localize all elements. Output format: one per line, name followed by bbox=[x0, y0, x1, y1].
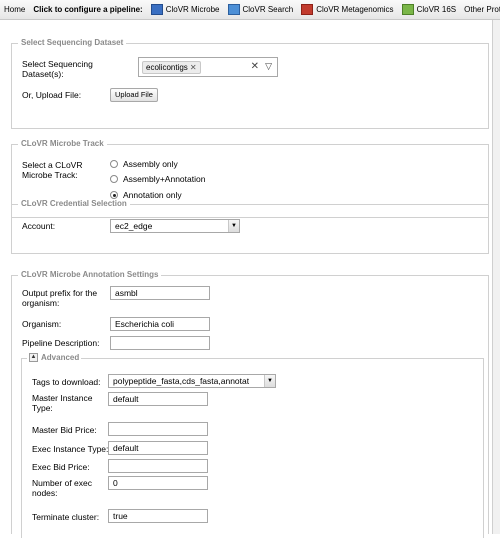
organism-input[interactable]: Escherichia coli bbox=[110, 317, 210, 331]
remove-chip-icon[interactable]: ✕ bbox=[190, 63, 197, 72]
dataset-multiselect[interactable]: ecolicontigs ✕ ✕ ▽ bbox=[138, 57, 278, 77]
clovr-microbe-label: CloVR Microbe bbox=[165, 5, 220, 14]
pipeline-description-input[interactable] bbox=[110, 336, 210, 350]
clovr-search-label: CloVR Search bbox=[242, 5, 294, 14]
master-instance-type-label: Master Instance Type: bbox=[32, 393, 93, 413]
advanced-legend: Advanced bbox=[41, 353, 80, 362]
pipeline-prompt: Click to configure a pipeline: bbox=[33, 5, 143, 14]
tags-download-select[interactable]: polypeptide_fasta,cds_fasta,annotat ▼ bbox=[108, 374, 276, 388]
master-bid-price-input[interactable] bbox=[108, 422, 208, 436]
credential-legend: CLoVR Credential Selection bbox=[18, 199, 130, 208]
exec-nodes-input[interactable]: 0 bbox=[108, 476, 208, 490]
master-instance-type-input[interactable]: default bbox=[108, 392, 208, 406]
select-dataset-label: Select Sequencing Dataset(s): bbox=[22, 59, 93, 79]
other-protocols-label: Other Protocols bbox=[464, 5, 500, 14]
radio-assembly-annotation[interactable] bbox=[110, 175, 118, 183]
radio-assembly-only[interactable] bbox=[110, 160, 118, 168]
account-label: Account: bbox=[22, 221, 56, 231]
annotation-legend: CLoVR Microbe Annotation Settings bbox=[18, 270, 162, 279]
exec-instance-type-label: Exec Instance Type: bbox=[32, 444, 109, 454]
vertical-scrollbar[interactable] bbox=[493, 20, 500, 534]
organism-label: Organism: bbox=[22, 319, 62, 329]
metagenomics-icon bbox=[301, 4, 314, 15]
radio-annotation-only[interactable] bbox=[110, 191, 118, 199]
terminate-cluster-label: Terminate cluster: bbox=[32, 512, 100, 522]
search-icon bbox=[227, 4, 240, 15]
exec-instance-type-input[interactable]: default bbox=[108, 441, 208, 455]
clovr-microbe-button[interactable]: CloVR Microbe bbox=[147, 0, 224, 19]
microbe-icon bbox=[150, 4, 163, 15]
clovr-16s-label: CloVR 16S bbox=[416, 5, 457, 14]
credential-panel: CLoVR Credential Selection Account: ec2_… bbox=[11, 199, 489, 254]
chevron-down-icon: ▼ bbox=[264, 375, 275, 387]
output-prefix-label: Output prefix for the organism: bbox=[22, 288, 98, 308]
exec-bid-price-label: Exec Bid Price: bbox=[32, 462, 90, 472]
account-select[interactable]: ec2_edge ▼ bbox=[110, 219, 240, 233]
chevron-down-icon: ▼ bbox=[228, 220, 239, 232]
clovr-metagenomics-button[interactable]: CloVR Metagenomics bbox=[297, 0, 397, 19]
track-select-label: Select a CLoVR Microbe Track: bbox=[22, 160, 83, 180]
option-assembly-annotation-label: Assembly+Annotation bbox=[123, 174, 206, 184]
dataset-chip[interactable]: ecolicontigs ✕ bbox=[142, 61, 201, 74]
chevron-down-icon[interactable]: ▽ bbox=[265, 61, 272, 72]
terminate-cluster-input[interactable]: true bbox=[108, 509, 208, 523]
advanced-toggle[interactable]: ▲ Advanced bbox=[27, 353, 82, 362]
other-protocols-menu[interactable]: Other Protocols ▼ bbox=[460, 0, 500, 19]
clovr-search-button[interactable]: CloVR Search bbox=[224, 0, 298, 19]
home-link[interactable]: Home bbox=[0, 0, 29, 19]
tags-download-value: polypeptide_fasta,cds_fasta,annotat bbox=[113, 376, 250, 386]
output-prefix-input[interactable]: asmbl bbox=[110, 286, 210, 300]
annotation-settings-panel: CLoVR Microbe Annotation Settings Output… bbox=[11, 270, 489, 538]
exec-bid-price-input[interactable] bbox=[108, 459, 208, 473]
option-assembly-only-label: Assembly only bbox=[123, 159, 178, 169]
upload-file-label: Or, Upload File: bbox=[22, 90, 82, 100]
upload-file-button[interactable]: Upload File bbox=[110, 88, 158, 102]
main-content: Select Sequencing Dataset Select Sequenc… bbox=[0, 20, 500, 538]
clovr-16s-button[interactable]: CloVR 16S bbox=[398, 0, 461, 19]
clear-selection-icon[interactable]: ✕ bbox=[251, 61, 259, 72]
option-annotation-only-label: Annotation only bbox=[123, 190, 182, 200]
pipeline-description-label: Pipeline Description: bbox=[22, 338, 100, 348]
form-scroll-area[interactable]: Select Sequencing Dataset Select Sequenc… bbox=[0, 20, 493, 538]
master-bid-price-label: Master Bid Price: bbox=[32, 425, 97, 435]
account-value: ec2_edge bbox=[115, 221, 153, 231]
advanced-section: ▲ Advanced Tags to download: polypeptide… bbox=[21, 353, 484, 538]
tags-download-label: Tags to download: bbox=[32, 377, 101, 387]
top-toolbar: Home Click to configure a pipeline: CloV… bbox=[0, 0, 500, 20]
sequencing-legend: Select Sequencing Dataset bbox=[18, 38, 127, 47]
sequencing-dataset-panel: Select Sequencing Dataset Select Sequenc… bbox=[11, 38, 489, 129]
16s-icon bbox=[401, 4, 414, 15]
clovr-metagenomics-label: CloVR Metagenomics bbox=[316, 5, 394, 14]
exec-nodes-label: Number of exec nodes: bbox=[32, 478, 92, 498]
dataset-chip-label: ecolicontigs bbox=[146, 63, 188, 72]
collapse-icon: ▲ bbox=[29, 353, 38, 362]
microbe-track-legend: CLoVR Microbe Track bbox=[18, 139, 107, 148]
